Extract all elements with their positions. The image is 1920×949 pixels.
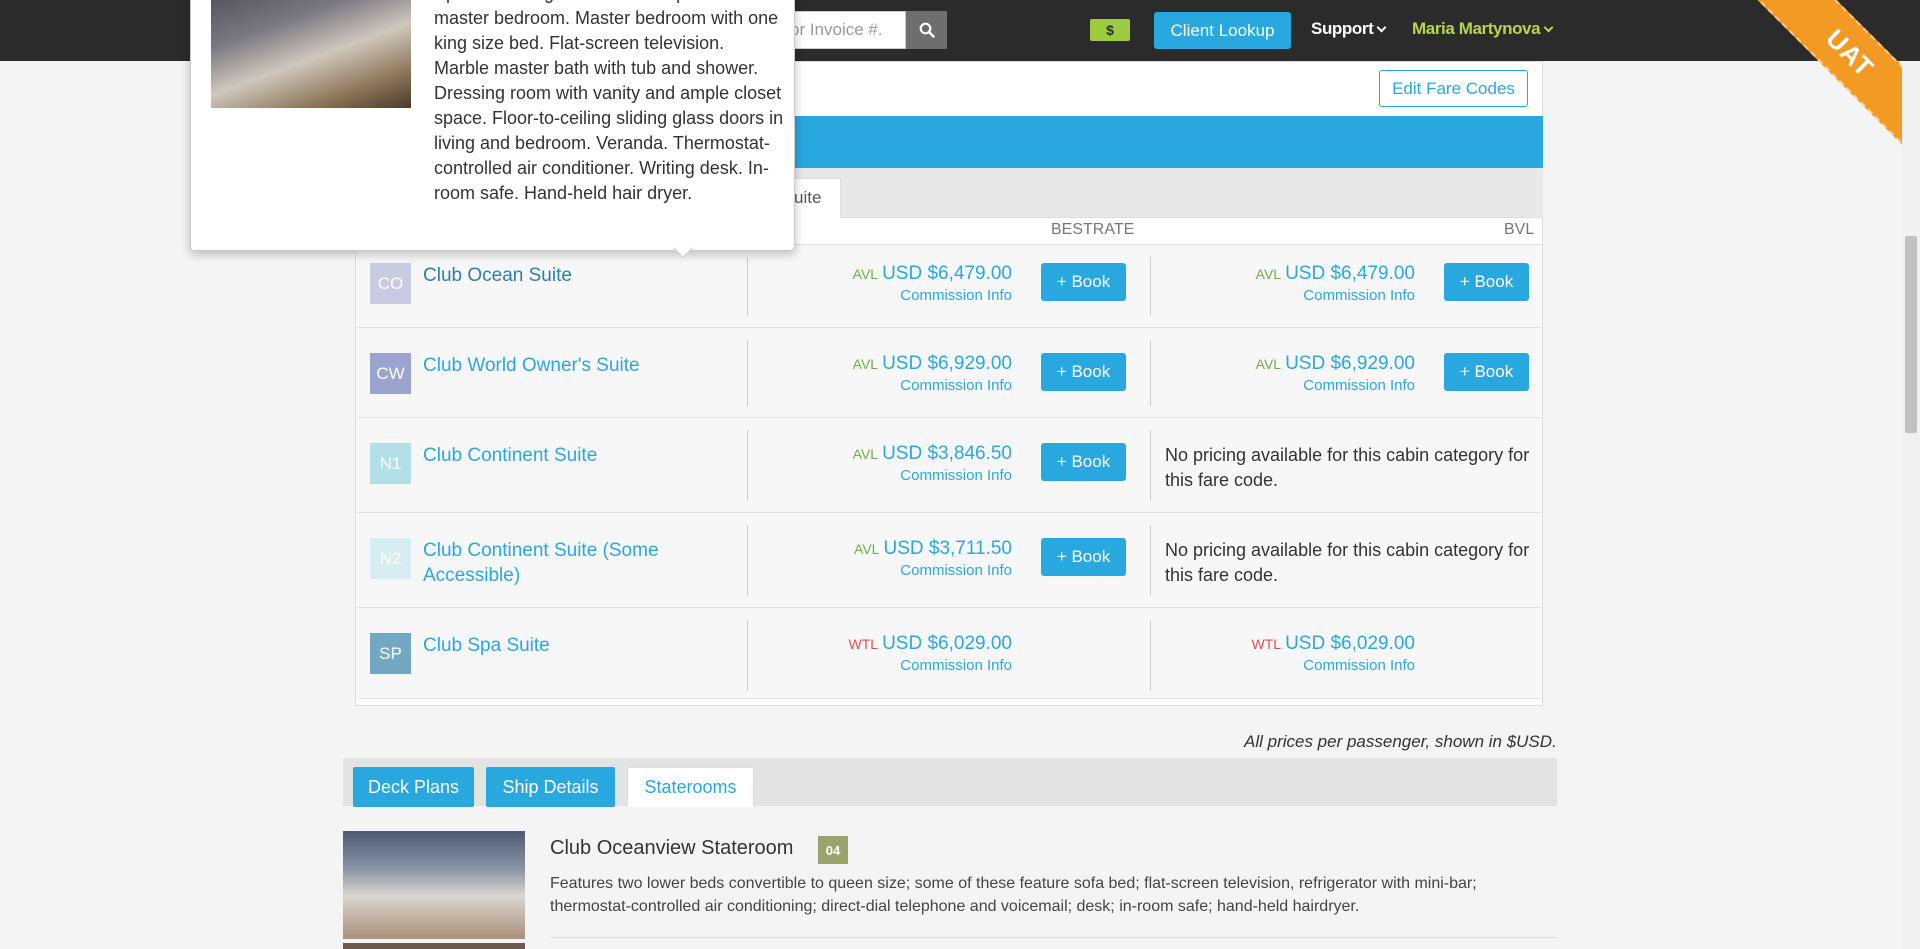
- status-label: AVL: [1255, 356, 1282, 372]
- search-button[interactable]: [906, 11, 947, 49]
- no-pricing-message: No pricing available for this cabin cate…: [1165, 445, 1530, 490]
- cabin-name-link[interactable]: Club Continent Suite: [423, 443, 673, 468]
- cabin-code: N1: [370, 443, 411, 484]
- prices-note: All prices per passenger, shown in $USD.: [1244, 732, 1557, 751]
- support-menu[interactable]: Support: [1311, 19, 1387, 39]
- book-button[interactable]: + Book: [1041, 443, 1126, 481]
- deck-badge: 04: [818, 836, 848, 864]
- column-divider: [747, 620, 748, 691]
- price-value: USD $3,846.50: [882, 443, 1012, 464]
- table-row: CW Club World Owner's Suite AVL USD $6,92…: [357, 328, 1541, 418]
- column-divider: [1150, 430, 1151, 501]
- column-header-bestrate: BESTRATE: [1051, 221, 1135, 238]
- cabin-code: N2: [370, 538, 411, 579]
- book-button[interactable]: + Book: [1041, 353, 1126, 391]
- status-label: AVL: [1255, 266, 1282, 282]
- column-divider: [1150, 525, 1151, 596]
- book-button[interactable]: + Book: [1444, 353, 1529, 391]
- stateroom-image: [343, 831, 525, 939]
- commission-info-link[interactable]: Commission Info: [772, 467, 1012, 484]
- tab-deck-plans[interactable]: Deck Plans: [353, 767, 474, 807]
- scrollbar[interactable]: [1902, 61, 1920, 949]
- commission-info-link[interactable]: Commission Info: [1175, 377, 1415, 394]
- table-row: CO Club Ocean Suite AVL USD $6,479.00 Com…: [357, 245, 1541, 328]
- status-label: AVL: [852, 356, 879, 372]
- stateroom-description: Features two lower beds convertible to q…: [550, 875, 1477, 915]
- cabin-description-popover: Spacious living room with a separate mas…: [190, 0, 795, 258]
- book-button[interactable]: + Book: [1041, 538, 1126, 576]
- column-divider: [747, 430, 748, 501]
- column-divider: [1150, 340, 1151, 406]
- stateroom-title: Club Oceanview Stateroom: [550, 837, 794, 859]
- cabin-name-link[interactable]: Club Ocean Suite: [423, 263, 673, 288]
- column-divider: [1150, 257, 1151, 316]
- price-value: USD $6,929.00: [882, 353, 1012, 374]
- commission-info-link[interactable]: Commission Info: [1175, 287, 1415, 304]
- bestrate-price: AVL USD $3,711.50 Commission Info: [772, 538, 1012, 579]
- price-value: USD $6,029.00: [1285, 633, 1415, 654]
- book-button[interactable]: + Book: [1041, 263, 1126, 301]
- commission-info-link[interactable]: Commission Info: [772, 377, 1012, 394]
- status-label: AVL: [852, 446, 879, 462]
- search-bar: [775, 11, 947, 49]
- stateroom-image: [343, 943, 525, 949]
- column-divider: [1150, 620, 1151, 691]
- column-divider: [747, 340, 748, 406]
- status-label: AVL: [854, 541, 880, 557]
- price-value: USD $6,929.00: [1285, 353, 1415, 374]
- cabin-code: SP: [370, 633, 411, 674]
- column-divider: [747, 525, 748, 596]
- bvl-price: AVL USD $6,479.00 Commission Info: [1175, 263, 1415, 304]
- table-row: N1 Club Continent Suite AVL USD $3,846.50…: [357, 418, 1541, 513]
- commission-info-link[interactable]: Commission Info: [772, 287, 1012, 304]
- no-pricing-message: No pricing available for this cabin cate…: [1165, 540, 1530, 585]
- commission-info-link[interactable]: Commission Info: [1175, 657, 1415, 674]
- popover-description: Spacious living room with a separate mas…: [434, 0, 784, 203]
- bestrate-price: AVL USD $3,846.50 Commission Info: [772, 443, 1012, 484]
- price-value: USD $6,479.00: [1285, 263, 1415, 284]
- table-row: SP Club Spa Suite WTL USD $6,029.00 Commi…: [357, 608, 1541, 699]
- divider: [550, 937, 1557, 938]
- book-button[interactable]: + Book: [1444, 263, 1529, 301]
- client-lookup-button[interactable]: Client Lookup: [1154, 12, 1291, 49]
- chevron-down-icon: [1376, 22, 1387, 33]
- price-value: USD $6,029.00: [882, 633, 1012, 654]
- scrollbar-thumb[interactable]: [1905, 236, 1917, 433]
- edit-fare-codes-button[interactable]: Edit Fare Codes: [1379, 70, 1528, 107]
- bestrate-price: AVL USD $6,929.00 Commission Info: [772, 353, 1012, 394]
- bvl-price: WTL USD $6,029.00 Commission Info: [1175, 633, 1415, 674]
- tab-staterooms[interactable]: Staterooms: [627, 767, 754, 807]
- chevron-down-icon: [1543, 22, 1554, 33]
- suite-image: [211, 0, 411, 108]
- search-icon: [919, 22, 935, 38]
- bvl-price: AVL USD $6,929.00 Commission Info: [1175, 353, 1415, 394]
- user-menu[interactable]: Maria Martynova: [1412, 19, 1554, 39]
- price-value: USD $3,711.50: [883, 538, 1012, 559]
- cabin-code: CW: [370, 353, 411, 394]
- user-name: Maria Martynova: [1412, 19, 1541, 38]
- cabin-name-link[interactable]: Club Continent Suite (Some Accessible): [423, 538, 673, 588]
- status-label: WTL: [848, 636, 879, 652]
- column-divider: [747, 257, 748, 316]
- cabin-name-link[interactable]: Club World Owner's Suite: [423, 353, 673, 378]
- currency-badge[interactable]: $: [1090, 19, 1130, 41]
- table-row: N2 Club Continent Suite (Some Accessible…: [357, 513, 1541, 608]
- status-label: AVL: [852, 266, 879, 282]
- status-label: WTL: [1251, 636, 1282, 652]
- bestrate-price: AVL USD $6,479.00 Commission Info: [772, 263, 1012, 304]
- tab-ship-details[interactable]: Ship Details: [486, 767, 615, 807]
- commission-info-link[interactable]: Commission Info: [772, 657, 1012, 674]
- bestrate-price: WTL USD $6,029.00 Commission Info: [772, 633, 1012, 674]
- tab-suite-label: uite: [794, 188, 822, 207]
- commission-info-link[interactable]: Commission Info: [772, 562, 1012, 579]
- cabin-name-link[interactable]: Club Spa Suite: [423, 633, 673, 658]
- column-header-bvl: BVL: [1504, 221, 1535, 238]
- tab-suite[interactable]: uite: [790, 178, 841, 218]
- cabin-code: CO: [370, 263, 411, 304]
- price-value: USD $6,479.00: [882, 263, 1012, 284]
- support-label: Support: [1311, 19, 1374, 38]
